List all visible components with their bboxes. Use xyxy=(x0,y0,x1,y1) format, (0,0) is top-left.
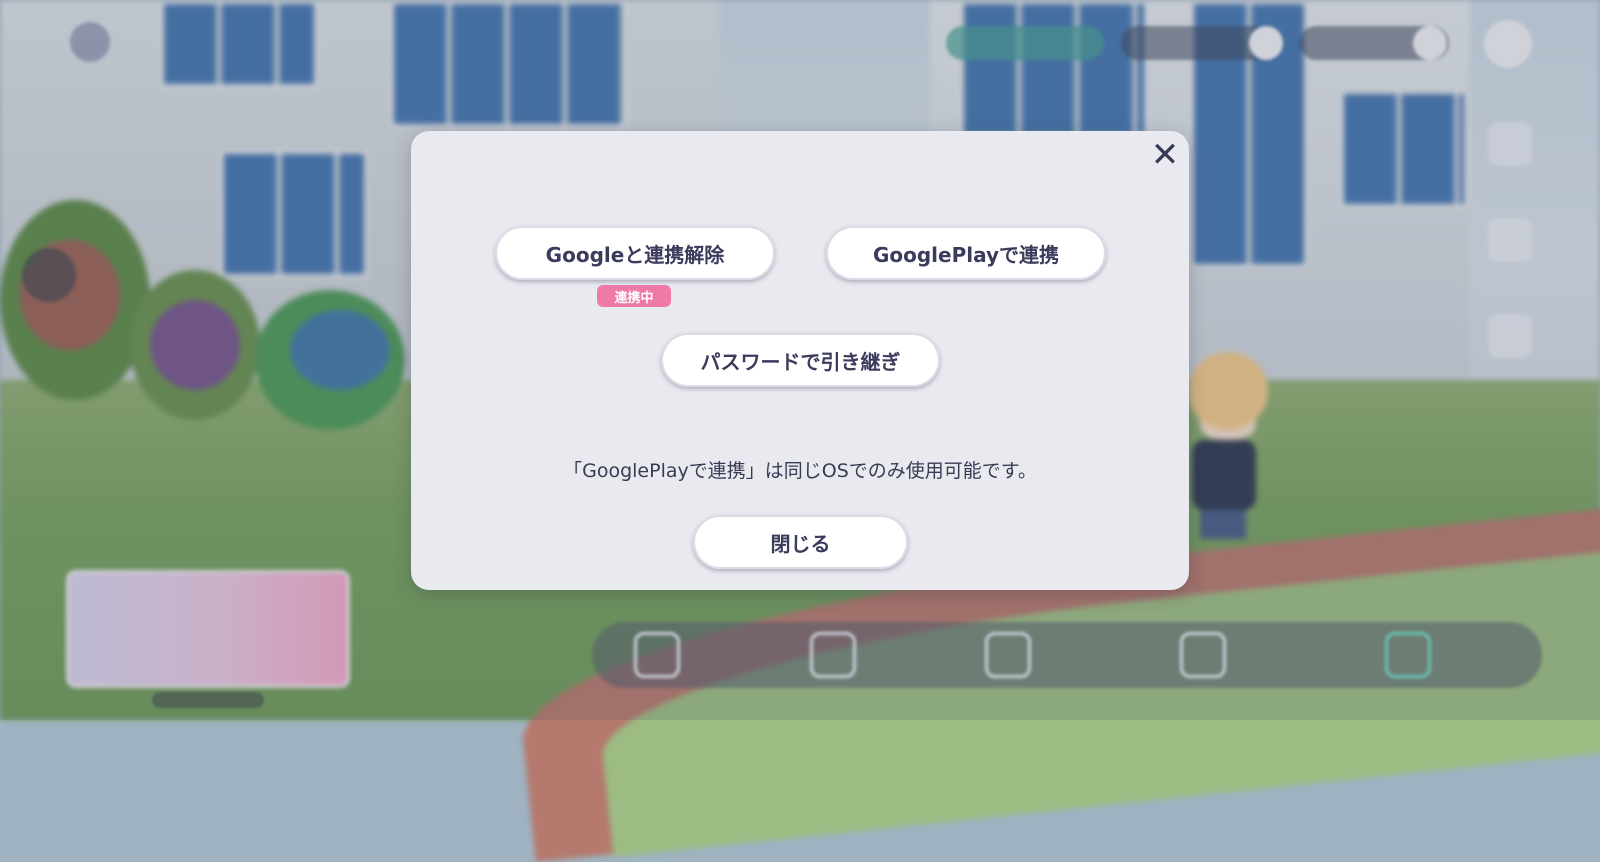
google-unlink-button[interactable]: Googleと連携解除 xyxy=(495,226,775,280)
googleplay-link-button[interactable]: GooglePlayで連携 xyxy=(826,226,1106,280)
password-transfer-button[interactable]: パスワードで引き継ぎ xyxy=(661,333,940,387)
close-icon[interactable]: ✕ xyxy=(1150,138,1180,172)
linked-status-badge: 連携中 xyxy=(597,285,671,307)
close-button[interactable]: 閉じる xyxy=(693,515,908,569)
os-notice-text: 「GooglePlayで連携」は同じOSでのみ使用可能です。 xyxy=(563,460,1037,482)
